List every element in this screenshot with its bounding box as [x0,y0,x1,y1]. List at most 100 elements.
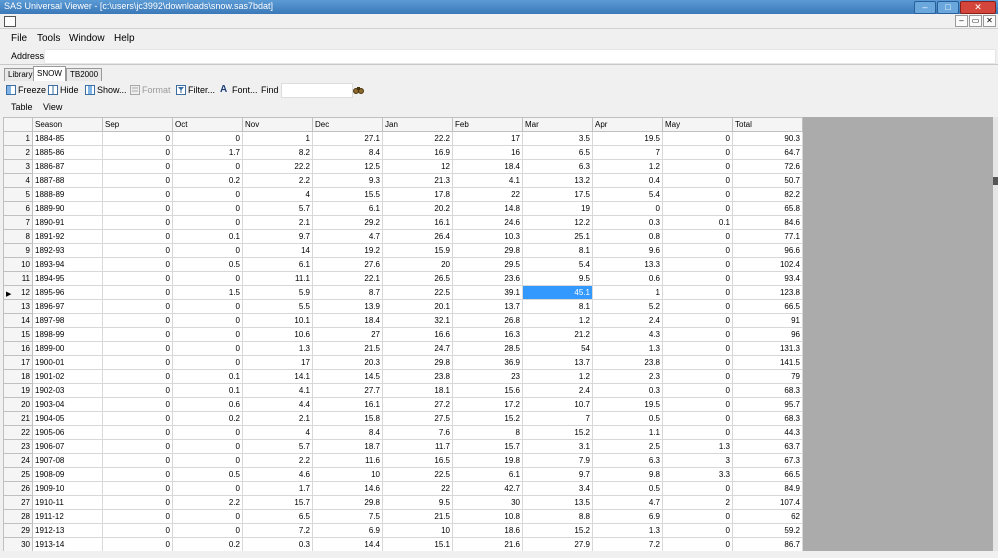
table-cell[interactable]: 0 [172,187,243,202]
table-cell[interactable]: 28.5 [452,341,523,356]
table-cell[interactable]: 1.3 [592,341,663,356]
table-cell[interactable]: 19 [522,201,593,216]
table-cell[interactable]: 1897-98 [32,313,103,328]
table-cell[interactable]: 8 [452,425,523,440]
table-row[interactable]: 2 1885-86 0 1.7 8.2 8.4 16.9 16 6.5 7 0 64.7 [3,145,803,160]
table-cell[interactable]: 21.5 [382,509,453,524]
table-cell[interactable]: 3.1 [522,439,593,454]
table-cell[interactable]: 27.1 [312,131,383,146]
table-cell[interactable]: 13.5 [522,495,593,510]
column-header-jan[interactable]: Jan [382,117,453,132]
table-cell[interactable]: 16.9 [382,145,453,160]
table-row[interactable]: 25 1908-09 0 0.5 4.6 10 22.5 6.1 9.7 9.8 3.3 66.5 [3,467,803,482]
table-cell[interactable]: 6.1 [452,467,523,482]
table-cell[interactable]: 0 [662,411,733,426]
table-cell[interactable]: 0 [102,509,173,524]
table-cell[interactable]: 42.7 [452,481,523,496]
table-row[interactable]: 11 1894-95 0 0 11.1 22.1 26.5 23.6 9.5 0.6 0 93.4 [3,271,803,286]
table-row[interactable]: 8 1891-92 0 0.1 9.7 4.7 26.4 10.3 25.1 0.8 0 77.1 [3,229,803,244]
table-cell[interactable]: 72.6 [732,159,803,174]
table-cell[interactable]: 0.3 [592,215,663,230]
table-cell[interactable]: 0.6 [592,271,663,286]
table-cell[interactable]: 36.9 [452,355,523,370]
table-cell[interactable]: 0 [662,509,733,524]
table-cell[interactable]: 2.1 [242,215,313,230]
table-cell[interactable]: 17.2 [452,397,523,412]
table-cell[interactable]: 96 [732,327,803,342]
filter-button[interactable]: Filter... [176,85,215,95]
table-cell[interactable]: 0.5 [172,257,243,272]
table-row[interactable]: 29 1912-13 0 0 7.2 6.9 10 18.6 15.2 1.3 0 59.2 [3,523,803,538]
table-cell[interactable]: 2 [662,495,733,510]
table-cell[interactable]: 12.2 [522,215,593,230]
table-row[interactable]: 28 1911-12 0 0 6.5 7.5 21.5 10.8 8.8 6.9 0 62 [3,509,803,524]
row-number[interactable]: 22 [3,425,33,440]
menu-window[interactable]: Window [69,33,105,44]
row-number[interactable]: 20 [3,397,33,412]
table-cell[interactable]: 21.2 [522,327,593,342]
table-cell[interactable]: 16.1 [382,215,453,230]
table-cell[interactable]: 10.7 [522,397,593,412]
table-cell[interactable]: 2.2 [172,495,243,510]
row-number[interactable]: 8 [3,229,33,244]
table-cell[interactable]: 0.2 [172,173,243,188]
table-cell[interactable]: 0 [102,341,173,356]
close-button[interactable]: ✕ [960,1,996,14]
table-cell[interactable]: 21.6 [452,537,523,552]
table-cell[interactable]: 95.7 [732,397,803,412]
table-cell[interactable]: 9.6 [592,243,663,258]
table-cell[interactable]: 0 [102,411,173,426]
table-cell[interactable]: 11.1 [242,271,313,286]
table-row[interactable]: 21 1904-05 0 0.2 2.1 15.8 27.5 15.2 7 0.5 0 68.3 [3,411,803,426]
table-cell[interactable]: 9.7 [242,229,313,244]
table-cell[interactable]: 59.2 [732,523,803,538]
table-cell[interactable]: 90.3 [732,131,803,146]
table-row[interactable]: 23 1906-07 0 0 5.7 18.7 11.7 15.7 3.1 2.5 1.3 63.7 [3,439,803,454]
table-cell[interactable]: 68.3 [732,411,803,426]
table-cell[interactable]: 68.3 [732,383,803,398]
table-cell[interactable]: 24.7 [382,341,453,356]
table-cell[interactable]: 0.8 [592,229,663,244]
table-cell[interactable]: 26.5 [382,271,453,286]
menu-tools[interactable]: Tools [37,33,60,44]
column-header-mar[interactable]: Mar [522,117,593,132]
table-cell[interactable]: 19.5 [592,397,663,412]
row-number[interactable]: 17 [3,355,33,370]
table-cell[interactable]: 5.7 [242,201,313,216]
row-number[interactable]: 11 [3,271,33,286]
table-cell[interactable]: 0 [102,537,173,552]
table-cell[interactable]: 79 [732,369,803,384]
table-row[interactable]: 26 1909-10 0 0 1.7 14.6 22 42.7 3.4 0.5 0 84.9 [3,481,803,496]
table-cell[interactable]: 6.1 [312,201,383,216]
table-cell[interactable]: 27.6 [312,257,383,272]
binoculars-icon[interactable] [353,85,364,97]
table-cell[interactable]: 82.2 [732,187,803,202]
table-cell[interactable]: 7.5 [312,509,383,524]
table-cell[interactable]: 7 [522,411,593,426]
table-row[interactable]: 13 1896-97 0 0 5.5 13.9 20.1 13.7 8.1 5.2 0 66.5 [3,299,803,314]
row-number[interactable]: 16 [3,341,33,356]
table-cell[interactable]: 1 [242,131,313,146]
table-cell[interactable]: 1910-11 [32,495,103,510]
table-cell[interactable]: 15.2 [522,425,593,440]
table-cell[interactable]: 22 [382,481,453,496]
table-cell[interactable]: 0 [172,509,243,524]
table-cell[interactable]: 0 [102,369,173,384]
row-header-corner[interactable] [3,117,33,132]
maximize-button[interactable]: □ [937,1,959,14]
table-cell[interactable]: 1896-97 [32,299,103,314]
table-cell[interactable]: 123.8 [732,285,803,300]
table-cell[interactable]: 0.1 [172,369,243,384]
table-cell[interactable]: 9.7 [522,467,593,482]
table-cell[interactable]: 0 [102,383,173,398]
table-cell[interactable]: 1.2 [522,369,593,384]
vertical-scrollbar[interactable] [993,117,998,558]
table-cell[interactable]: 15.9 [382,243,453,258]
table-cell[interactable]: 10.1 [242,313,313,328]
table-cell[interactable]: 18.1 [382,383,453,398]
table-cell[interactable]: 6.3 [522,159,593,174]
table-cell[interactable]: 1884-85 [32,131,103,146]
table-cell[interactable]: 29.8 [312,495,383,510]
table-cell[interactable]: 10.8 [452,509,523,524]
table-cell[interactable]: 0 [662,383,733,398]
